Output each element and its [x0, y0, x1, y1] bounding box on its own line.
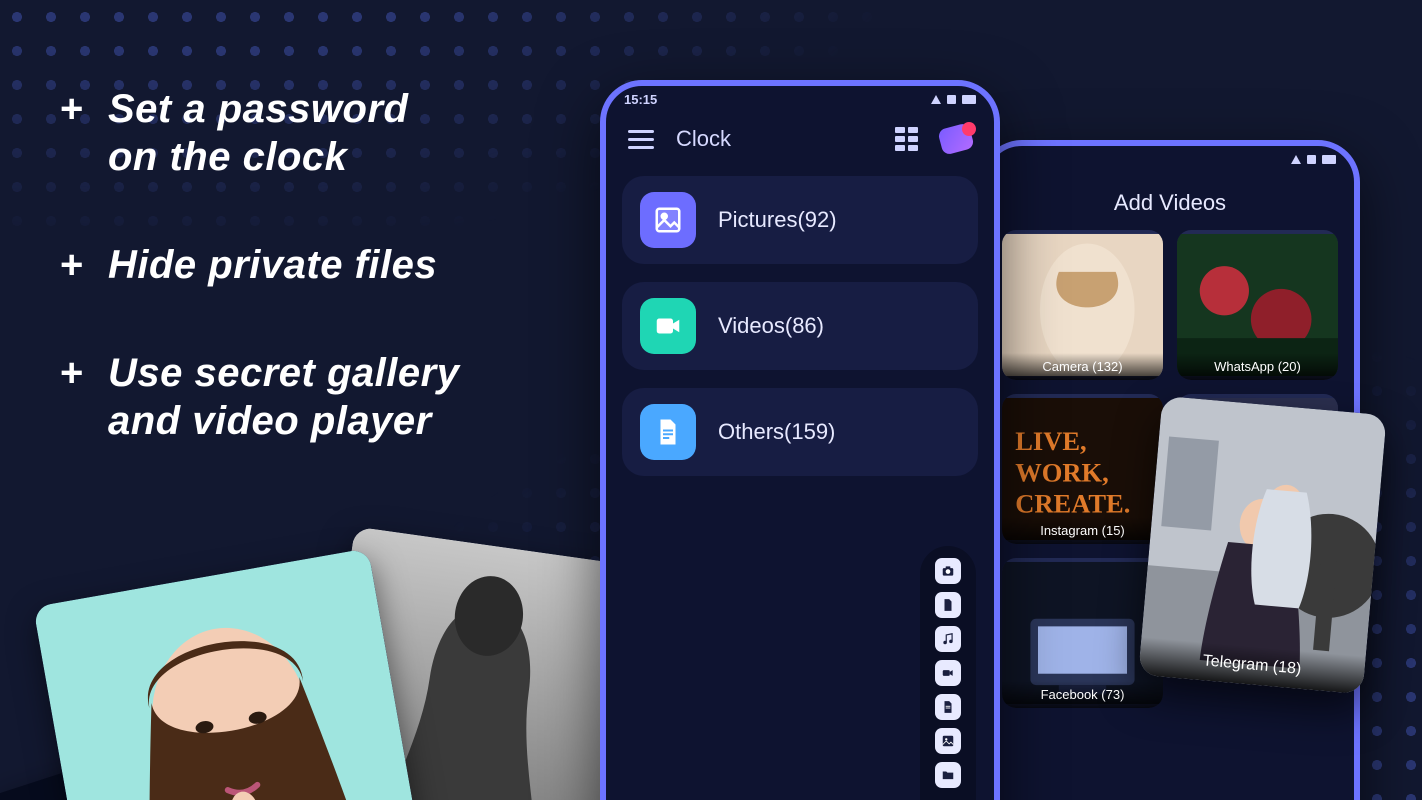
battery-icon	[1322, 155, 1336, 164]
feature-text: Use secret gallery and video player	[108, 349, 459, 445]
feature-text: Set a password on the clock	[108, 85, 408, 181]
speed-dial	[920, 546, 976, 800]
status-icons	[931, 95, 976, 104]
svg-text:LIVE,: LIVE,	[1015, 426, 1086, 456]
video-folder[interactable]: Facebook (73)	[1002, 558, 1163, 708]
video-folder-floating[interactable]: Telegram (18)	[1138, 396, 1387, 695]
thumb-label: Instagram (15)	[1002, 517, 1163, 544]
battery-icon	[962, 95, 976, 104]
thumb-label: WhatsApp (20)	[1177, 353, 1338, 380]
photo-stack	[60, 495, 620, 800]
dial-doc-icon[interactable]	[935, 694, 961, 720]
plus-icon: +	[60, 241, 90, 289]
dial-camera-icon[interactable]	[935, 558, 961, 584]
thumb-label: Facebook (73)	[1002, 681, 1163, 708]
signal-icon	[1291, 155, 1301, 164]
plus-icon: +	[60, 85, 90, 133]
status-icons	[1291, 155, 1336, 164]
photo-card	[33, 548, 427, 800]
status-time: 15:15	[624, 92, 657, 107]
view-toggle-button[interactable]	[895, 127, 918, 151]
file-icon	[640, 404, 696, 460]
phone-front: 15:15 Clock Pictures(92) Videos(86)	[600, 80, 1000, 800]
page-title: Add Videos	[986, 172, 1354, 230]
svg-text:WORK,: WORK,	[1015, 457, 1108, 487]
wifi-icon	[1307, 155, 1316, 164]
category-label: Others(159)	[718, 419, 835, 445]
image-icon	[640, 192, 696, 248]
category-list: Pictures(92) Videos(86) Others(159)	[606, 162, 994, 490]
feature-list: + Set a password on the clock + Hide pri…	[60, 85, 459, 445]
signal-icon	[931, 95, 941, 104]
feature-item: + Hide private files	[60, 241, 459, 289]
dial-file-icon[interactable]	[935, 592, 961, 618]
dial-folder-icon[interactable]	[935, 762, 961, 788]
thumb-label: Camera (132)	[1002, 353, 1163, 380]
feature-text: Hide private files	[108, 241, 437, 289]
category-label: Pictures(92)	[718, 207, 837, 233]
status-time	[1004, 152, 1008, 167]
statusbar: 15:15	[606, 86, 994, 112]
dial-music-icon[interactable]	[935, 626, 961, 652]
category-pictures[interactable]: Pictures(92)	[622, 176, 978, 264]
category-others[interactable]: Others(159)	[622, 388, 978, 476]
plus-icon: +	[60, 349, 90, 397]
app-title: Clock	[676, 126, 731, 152]
video-folder[interactable]: LIVE,WORK,CREATE. Instagram (15)	[1002, 394, 1163, 544]
menu-icon[interactable]	[628, 130, 654, 149]
video-icon	[640, 298, 696, 354]
statusbar	[986, 146, 1354, 172]
dial-video-icon[interactable]	[935, 660, 961, 686]
video-folder[interactable]: Camera (132)	[1002, 230, 1163, 380]
svg-text:CREATE.: CREATE.	[1015, 489, 1130, 519]
video-folder[interactable]: WhatsApp (20)	[1177, 230, 1338, 380]
dial-image-icon[interactable]	[935, 728, 961, 754]
wifi-icon	[947, 95, 956, 104]
feature-item: + Use secret gallery and video player	[60, 349, 459, 445]
category-label: Videos(86)	[718, 313, 824, 339]
feature-item: + Set a password on the clock	[60, 85, 459, 181]
promo-icon[interactable]	[940, 126, 972, 152]
appbar: Clock	[606, 112, 994, 162]
category-videos[interactable]: Videos(86)	[622, 282, 978, 370]
